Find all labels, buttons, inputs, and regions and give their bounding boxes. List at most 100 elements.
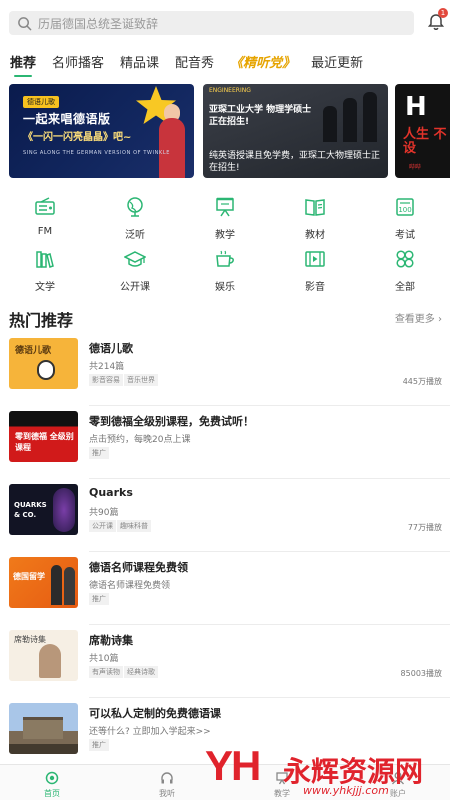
item-subtitle: 还等什么? 立即加入学起来>> xyxy=(89,727,211,737)
category-all[interactable]: 全部 xyxy=(375,248,435,293)
category-audio-video[interactable]: 影音 xyxy=(285,248,345,293)
item-tags: 有声读物 经典诗歌 xyxy=(89,666,159,678)
category-entertainment[interactable]: 娱乐 xyxy=(195,248,255,293)
tab-premium-course[interactable]: 精品课 xyxy=(120,52,159,71)
thumb-text: 德语儿歌 xyxy=(15,346,52,356)
banner-carousel[interactable]: 德语儿歌 一起来唱德语版 《一闪一闪亮晶晶》吧~ SING ALONG THE … xyxy=(0,84,450,178)
list-item[interactable]: 德国留学 德语名师课程免费领 德语名师课程免费领 推广 xyxy=(0,552,450,625)
ad-tag: 推广 xyxy=(89,739,109,751)
nav-label: 我听 xyxy=(159,789,175,798)
thumb-figure xyxy=(53,488,75,532)
item-title: 可以私人定制的免费德语课 xyxy=(89,707,221,720)
watermark: YH 永辉资源网 www.yhkjjj.com xyxy=(205,742,450,800)
banner-person xyxy=(363,92,377,142)
teaching-board-icon xyxy=(216,197,234,217)
category-label: 泛听 xyxy=(125,230,145,241)
item-tag: 影音容易 xyxy=(89,374,123,386)
item-subtitle: 点击预约，每晚20点上课 xyxy=(89,435,191,445)
item-tag: 有声读物 xyxy=(89,666,123,678)
thumb-caption-bar xyxy=(9,744,78,754)
thumb-text: QUARKS & CO. xyxy=(14,501,47,519)
tab-recent-updates[interactable]: 最近更新 xyxy=(311,52,363,71)
item-count: 共214篇 xyxy=(89,362,125,372)
item-tag: 趣味科普 xyxy=(117,520,151,532)
item-tags: 推广 xyxy=(89,447,110,459)
item-plays: 85003播放 xyxy=(400,669,442,678)
item-subtitle: 德语名师课程免费领 xyxy=(89,581,171,591)
category-teaching[interactable]: 教学 xyxy=(195,196,255,241)
nav-home[interactable]: 首页 xyxy=(22,771,82,799)
item-plays: 77万播放 xyxy=(407,523,442,532)
banner-tag: ENGINEERING xyxy=(209,87,251,94)
see-more-label: 查看更多 xyxy=(394,314,435,325)
item-title: 席勒诗集 xyxy=(89,634,133,647)
thumb-text: 德国留学 xyxy=(13,572,45,581)
tab-intensive-listening[interactable]: 《精听党》 xyxy=(230,52,295,71)
category-label: 教材 xyxy=(305,230,325,241)
cat-illustration xyxy=(37,360,55,380)
item-tags: 影音容易 音乐世界 xyxy=(89,374,159,386)
banner-subtitle: 《一闪一闪亮晶晶》吧~ xyxy=(23,132,132,143)
banner-caption: SING ALONG THE GERMAN VERSION OF TWINKLE xyxy=(23,150,170,156)
item-title: 零到德福全级别课程，免费试听！ xyxy=(89,415,254,428)
banner-kids-song[interactable]: 德语儿歌 一起来唱德语版 《一闪一闪亮晶晶》吧~ SING ALONG THE … xyxy=(9,84,194,178)
radio-icon xyxy=(35,197,55,215)
banner-small-text: 哔哔 xyxy=(409,164,422,171)
banner-person xyxy=(343,98,357,142)
category-literature[interactable]: 文学 xyxy=(15,248,75,293)
banner-partial[interactable]: H 人生 不设 哔哔 xyxy=(395,84,450,178)
search-icon xyxy=(18,16,32,30)
graduation-cap-icon xyxy=(124,251,146,267)
category-label: 教学 xyxy=(215,230,235,241)
item-title: Quarks xyxy=(89,486,133,499)
nav-my-listening[interactable]: 我听 xyxy=(137,771,197,799)
item-tags: 推广 xyxy=(89,593,110,605)
category-label: 公开课 xyxy=(120,282,150,293)
notification-button[interactable]: 1 xyxy=(426,8,448,32)
list-item[interactable]: 席勒诗集 席勒诗集 共10篇 有声读物 经典诗歌 85003播放 xyxy=(0,625,450,698)
item-count: 共10篇 xyxy=(89,654,119,664)
banner-subtitle: 纯英语授课且免学费，亚琛工大物理硕士正在招生! xyxy=(209,151,381,173)
coffee-cup-icon xyxy=(216,250,234,267)
item-thumbnail xyxy=(9,703,78,754)
svg-text:100: 100 xyxy=(398,206,411,214)
list-item[interactable]: 零到德福 全级别课程 零到德福全级别课程，免费试听！ 点击预约，每晚20点上课 … xyxy=(0,406,450,479)
item-thumbnail: 席勒诗集 xyxy=(9,630,78,681)
notification-badge: 1 xyxy=(438,8,448,18)
item-plays: 445万播放 xyxy=(402,377,442,386)
category-open-course[interactable]: 公开课 xyxy=(105,248,165,293)
category-tabs: 推荐 名师播客 精品课 配音秀 《精听党》 最近更新 xyxy=(0,48,450,77)
thumb-text: 零到德福 全级别课程 xyxy=(15,432,74,452)
search-input[interactable]: 历届德国总统圣诞致辞 xyxy=(9,11,414,35)
category-exam[interactable]: 100 考试 xyxy=(375,196,435,241)
globe-icon xyxy=(127,197,143,217)
category-fm[interactable]: FM xyxy=(15,196,75,237)
thumb-text: 席勒诗集 xyxy=(14,635,46,644)
category-extensive-listening[interactable]: 泛听 xyxy=(105,196,165,241)
banner-aachen-university[interactable]: ENGINEERING 亚琛工业大学 物理学硕士正在招生! 纯英语授课且免学费，… xyxy=(203,84,388,178)
watermark-url: www.yhkjjj.com xyxy=(303,784,389,797)
item-tag: 经典诗歌 xyxy=(124,666,158,678)
banner-title: 亚琛工业大学 物理学硕士正在招生! xyxy=(209,105,312,127)
tab-dubbing[interactable]: 配音秀 xyxy=(175,52,214,71)
tab-teacher-podcast[interactable]: 名师播客 xyxy=(52,52,104,71)
item-thumbnail: 德语儿歌 xyxy=(9,338,78,389)
category-label: 考试 xyxy=(395,230,415,241)
item-tags: 推广 xyxy=(89,739,110,751)
item-tags: 公开课 趣味科普 xyxy=(89,520,152,532)
list-item[interactable]: QUARKS & CO. Quarks 共90篇 公开课 趣味科普 77万播放 xyxy=(0,479,450,552)
exam-icon: 100 xyxy=(396,198,414,216)
category-label: 文学 xyxy=(35,282,55,293)
list-item[interactable]: 德语儿歌 德语儿歌 共214篇 影音容易 音乐世界 445万播放 xyxy=(0,333,450,406)
tab-recommend[interactable]: 推荐 xyxy=(10,52,36,77)
item-title: 德语儿歌 xyxy=(89,342,133,355)
category-label: 全部 xyxy=(395,282,415,293)
film-icon xyxy=(305,251,325,267)
see-more-link[interactable]: 查看更多 › xyxy=(395,310,442,325)
singer-figure xyxy=(159,118,185,178)
category-textbook[interactable]: 教材 xyxy=(285,196,345,241)
home-icon xyxy=(45,771,59,785)
nav-label: 首页 xyxy=(44,789,60,798)
banner-title: 一起来唱德语版 xyxy=(23,112,111,126)
search-placeholder: 历届德国总统圣诞致辞 xyxy=(38,16,159,31)
